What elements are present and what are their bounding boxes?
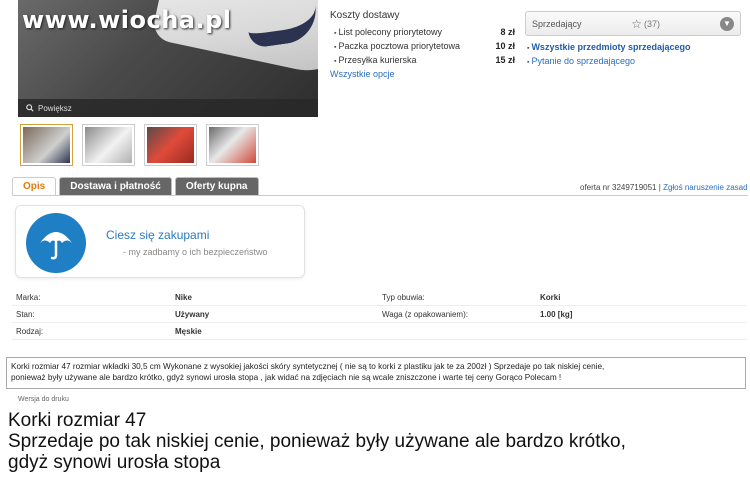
- protection-subline: my zadbamy o ich bezpieczeństwo: [123, 247, 268, 257]
- thumbnail-strip: [20, 124, 259, 166]
- description-line: ponieważ były używane ale bardzo krótko,…: [11, 373, 562, 382]
- zoom-label: Powiększ: [38, 103, 72, 113]
- shipping-name: Paczka pocztowa priorytetowa: [334, 41, 460, 51]
- description-line: Korki rozmiar 47 rozmiar wkładki 30,5 cm…: [11, 362, 605, 371]
- param-key: Stan:: [16, 310, 35, 319]
- shipping-costs: Koszty dostawy List polecony priorytetow…: [330, 10, 515, 79]
- table-row: Stan: Używany Waga (z opakowaniem): 1.00…: [12, 306, 747, 323]
- shipping-title: Koszty dostawy: [330, 10, 400, 21]
- magnifier-icon: [26, 104, 34, 112]
- table-row: Rodzaj: Męskie: [12, 323, 747, 340]
- seller-all-items-link[interactable]: Wszystkie przedmioty sprzedającego: [527, 42, 690, 52]
- tab-divider: [12, 195, 748, 196]
- tab-offers[interactable]: Oferty kupna: [174, 177, 259, 195]
- parameters-table: Marka: Nike Typ obuwia: Korki Stan: Używ…: [12, 289, 747, 345]
- caption-line: gdyż synowi urosła stopa: [8, 452, 221, 473]
- param-key: Typ obuwia:: [382, 293, 425, 302]
- protection-headline: Ciesz się zakupami: [106, 228, 210, 242]
- report-violation-link[interactable]: Zgłoś naruszenie zasad: [663, 183, 748, 192]
- shipping-name: List polecony priorytetowy: [334, 27, 442, 37]
- main-product-photo[interactable]: www.wiocha.pl Powiększ: [18, 0, 318, 117]
- seller-label: Sprzedający: [532, 18, 582, 29]
- caption-line: Sprzedaje po tak niskiej cenie, ponieważ…: [8, 431, 626, 452]
- ask-seller-link[interactable]: Pytanie do sprzedającego: [527, 56, 691, 66]
- caption-line: Korki rozmiar 47: [8, 410, 147, 431]
- meme-caption: Korki rozmiar 47 Sprzedaje po tak niskie…: [8, 410, 626, 473]
- param-key: Marka:: [16, 293, 41, 302]
- shipping-price: 8 zł: [500, 27, 515, 37]
- print-version-link[interactable]: Wersja do druku: [18, 396, 69, 403]
- thumbnail-1[interactable]: [20, 124, 73, 166]
- param-value: Używany: [175, 310, 210, 319]
- shipping-row: Paczka pocztowa priorytetowa 10 zł: [330, 39, 515, 53]
- param-value: Męskie: [175, 327, 202, 336]
- umbrella-icon: [26, 213, 86, 273]
- param-key: Rodzaj:: [16, 327, 44, 336]
- offer-number: oferta nr 3249719051: [580, 183, 657, 192]
- param-key: Waga (z opakowaniem):: [382, 310, 468, 319]
- thumbnail-image: [23, 127, 70, 163]
- star-icon: ☆: [631, 16, 642, 31]
- watermark: www.wiocha.pl: [22, 6, 232, 34]
- shipping-row: List polecony priorytetowy 8 zł: [330, 25, 515, 39]
- thumbnail-3[interactable]: [144, 124, 197, 166]
- tab-bar: Opis Dostawa i płatność Oferty kupna: [12, 177, 259, 195]
- thumbnail-image: [147, 127, 194, 163]
- thumbnail-4[interactable]: [206, 124, 259, 166]
- param-value: 1.00 [kg]: [540, 310, 573, 319]
- seller-box[interactable]: Sprzedający ☆ (37) ▼: [525, 11, 741, 36]
- thumbnail-2[interactable]: [82, 124, 135, 166]
- param-value: Nike: [175, 293, 192, 302]
- chevron-down-icon[interactable]: ▼: [720, 16, 734, 31]
- zoom-bar[interactable]: Powiększ: [18, 99, 318, 117]
- buyer-protection-card: Ciesz się zakupami my zadbamy o ich bezp…: [15, 205, 305, 278]
- tab-description[interactable]: Opis: [12, 177, 57, 195]
- shipping-price: 15 zł: [495, 55, 515, 65]
- all-shipping-options-link[interactable]: Wszystkie opcje: [330, 69, 515, 79]
- seller-links: Wszystkie przedmioty sprzedającego Pytan…: [527, 42, 691, 70]
- shipping-row: Przesyłka kurierska 15 zł: [330, 53, 515, 67]
- offer-info: oferta nr 3249719051 | Zgłoś naruszenie …: [580, 183, 748, 192]
- table-row: Marka: Nike Typ obuwia: Korki: [12, 289, 747, 306]
- item-description: Korki rozmiar 47 rozmiar wkładki 30,5 cm…: [6, 357, 746, 389]
- seller-rating-count: (37): [643, 18, 660, 29]
- shipping-price: 10 zł: [495, 41, 515, 51]
- param-value: Korki: [540, 293, 561, 302]
- offer-separator: |: [658, 183, 661, 192]
- thumbnail-image: [85, 127, 132, 163]
- thumbnail-image: [209, 127, 256, 163]
- shipping-name: Przesyłka kurierska: [334, 55, 416, 65]
- tab-delivery-payment[interactable]: Dostawa i płatność: [59, 177, 172, 195]
